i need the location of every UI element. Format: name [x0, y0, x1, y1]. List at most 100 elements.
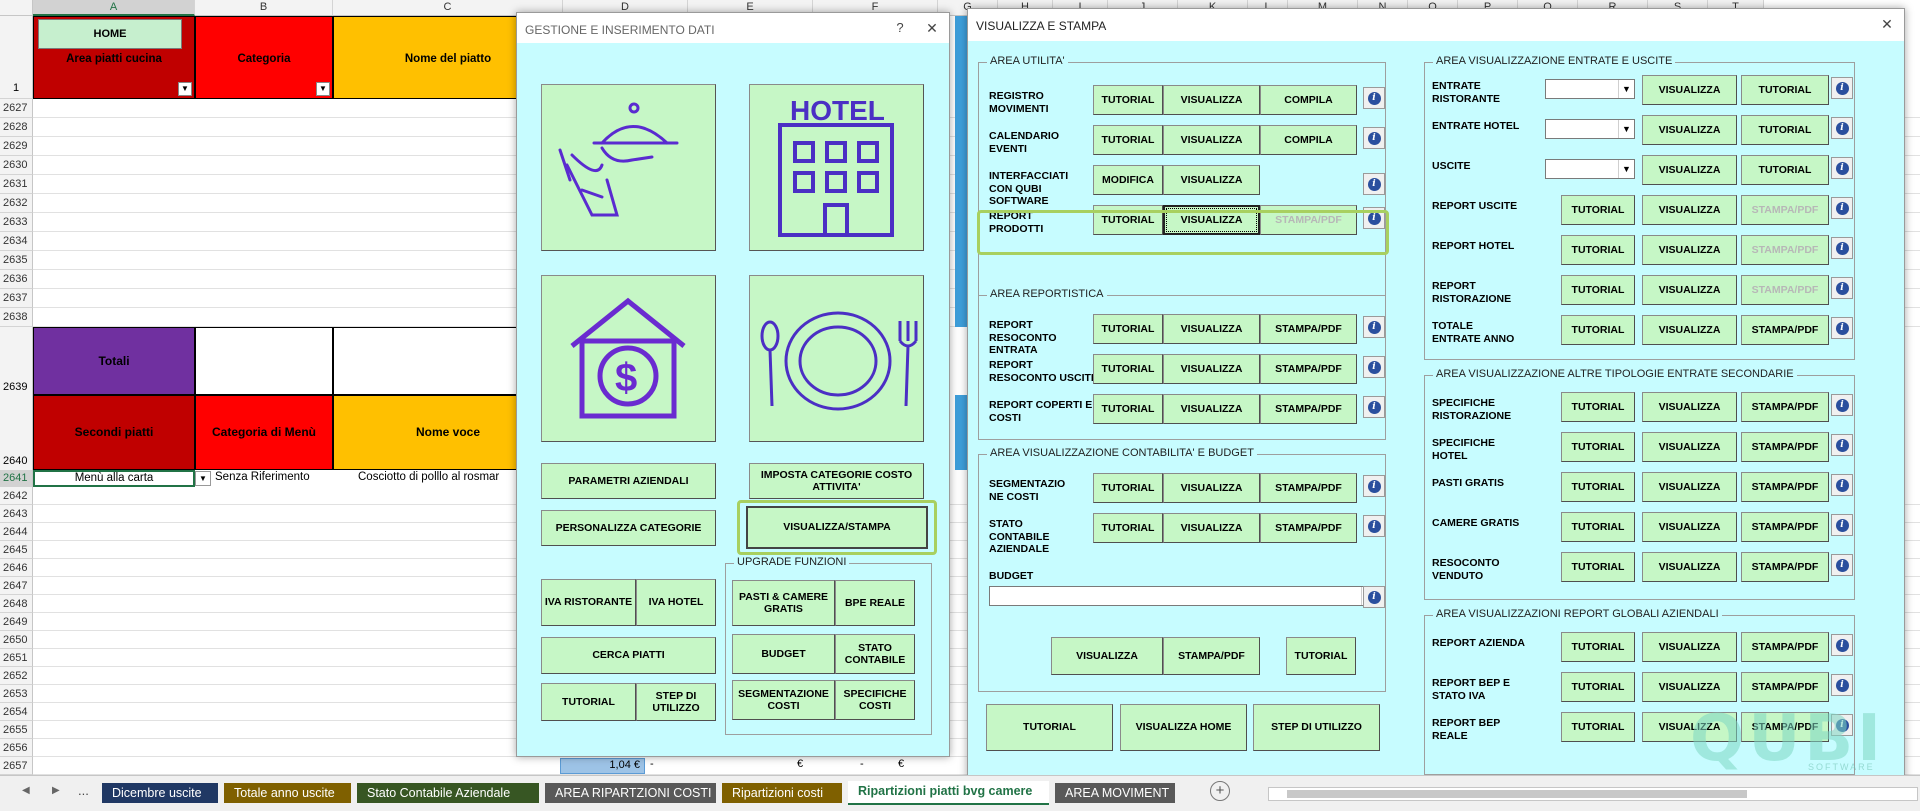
- tutorial-button[interactable]: TUTORIAL: [1561, 552, 1635, 582]
- close-button[interactable]: ✕: [919, 18, 945, 38]
- iva-hotel-button[interactable]: IVA HOTEL: [636, 579, 716, 626]
- compila-button[interactable]: COMPILA: [1260, 85, 1357, 115]
- tutorial-button[interactable]: TUTORIAL: [1561, 275, 1635, 305]
- info-button[interactable]: i: [1363, 127, 1385, 149]
- tutorial-button[interactable]: TUTORIAL: [1561, 235, 1635, 265]
- stampa-pdf-button[interactable]: STAMPA/PDF: [1260, 394, 1357, 424]
- tutorial-button[interactable]: TUTORIAL: [1741, 115, 1829, 145]
- segmentazione-costi-button[interactable]: SEGMENTAZIONE COSTI: [732, 680, 835, 720]
- dialog-titlebar[interactable]: VISUALIZZA E STAMPA ✕: [968, 9, 1904, 41]
- row-header[interactable]: 2648: [0, 595, 33, 613]
- info-button[interactable]: i: [1831, 277, 1853, 299]
- sheet-tab[interactable]: AREA RIPARTZIONI COSTI: [545, 783, 716, 803]
- stampa-pdf-button[interactable]: STAMPA/PDF: [1741, 472, 1829, 502]
- info-button[interactable]: i: [1363, 87, 1385, 109]
- row-header[interactable]: 2655: [0, 721, 33, 739]
- info-button[interactable]: i: [1831, 237, 1853, 259]
- row-header[interactable]: 2649: [0, 613, 33, 631]
- tutorial-button[interactable]: TUTORIAL: [1093, 394, 1163, 424]
- tutorial-button[interactable]: TUTORIAL: [1741, 155, 1829, 185]
- scrollbar-thumb[interactable]: [1287, 790, 1747, 798]
- help-button[interactable]: ?: [887, 18, 913, 38]
- visualizza-button[interactable]: VISUALIZZA: [1163, 165, 1260, 195]
- row-header[interactable]: 2627: [0, 99, 33, 118]
- visualizza-button[interactable]: VISUALIZZA: [1163, 473, 1260, 503]
- row-header[interactable]: 2636: [0, 270, 33, 289]
- tutorial-button[interactable]: TUTORIAL: [1561, 195, 1635, 225]
- visualizza-button[interactable]: VISUALIZZA: [1642, 432, 1737, 462]
- cell-categoria[interactable]: Senza Riferimento: [215, 471, 310, 483]
- totali-cell-b[interactable]: [195, 327, 333, 395]
- row-header[interactable]: 2628: [0, 118, 33, 137]
- filter-dropdown-icon[interactable]: ▼: [178, 82, 192, 96]
- close-button[interactable]: ✕: [1874, 14, 1900, 34]
- parametri-aziendali-button[interactable]: PARAMETRI AZIENDALI: [541, 463, 716, 499]
- visualizza-button[interactable]: VISUALIZZA: [1642, 632, 1737, 662]
- visualizza-button[interactable]: VISUALIZZA: [1051, 637, 1163, 675]
- visualizza-button[interactable]: VISUALIZZA: [1642, 472, 1737, 502]
- info-button[interactable]: i: [1831, 394, 1853, 416]
- visualizza-button[interactable]: VISUALIZZA: [1642, 392, 1737, 422]
- stampa-pdf-button[interactable]: STAMPA/PDF: [1741, 432, 1829, 462]
- visualizza-button[interactable]: VISUALIZZA: [1163, 394, 1260, 424]
- info-button[interactable]: i: [1831, 317, 1853, 339]
- tab-more-button[interactable]: ...: [78, 783, 89, 798]
- stampa-pdf-button[interactable]: STAMPA/PDF: [1260, 473, 1357, 503]
- cerca-piatti-button[interactable]: CERCA PIATTI: [541, 637, 716, 674]
- plate-tile[interactable]: [749, 275, 924, 442]
- visualizza-button[interactable]: VISUALIZZA: [1642, 195, 1737, 225]
- row-header[interactable]: 2651: [0, 649, 33, 667]
- stampa-pdf-button[interactable]: STAMPA/PDF: [1741, 512, 1829, 542]
- tutorial-button[interactable]: TUTORIAL: [1093, 314, 1163, 344]
- tab-prev-icon[interactable]: ◀: [22, 785, 30, 796]
- budget-button[interactable]: BUDGET: [732, 634, 835, 674]
- column-header[interactable]: B: [195, 0, 333, 16]
- money-tile[interactable]: $: [541, 275, 716, 442]
- imposta-categorie-button[interactable]: IMPOSTA CATEGORIE COSTO ATTIVITA': [749, 463, 924, 499]
- row-header[interactable]: 2657: [0, 757, 33, 775]
- row-header[interactable]: 2646: [0, 559, 33, 577]
- tutorial-button[interactable]: TUTORIAL: [1286, 637, 1356, 675]
- row-header[interactable]: 2639: [0, 327, 33, 395]
- row-header[interactable]: 2632: [0, 194, 33, 213]
- sheet-tab[interactable]: Ripartizioni piatti bvg camere: [848, 781, 1049, 805]
- visualizza-button[interactable]: VISUALIZZA: [1642, 552, 1737, 582]
- sheet-tab[interactable]: Stato Contabile Aziendale: [357, 783, 539, 803]
- row-header[interactable]: 2629: [0, 137, 33, 156]
- info-button[interactable]: i: [1831, 514, 1853, 536]
- dialog-visualizza-stampa[interactable]: VISUALIZZA E STAMPA ✕ AREA UTILITA' REGIS…: [967, 8, 1905, 780]
- cell-dropdown-icon[interactable]: ▼: [195, 471, 211, 486]
- info-button[interactable]: i: [1831, 634, 1853, 656]
- visualizza-button[interactable]: VISUALIZZA: [1163, 125, 1260, 155]
- stampa-pdf-button[interactable]: STAMPA/PDF: [1741, 195, 1829, 225]
- stampa-pdf-button[interactable]: STAMPA/PDF: [1163, 637, 1260, 675]
- info-button[interactable]: i: [1363, 586, 1385, 608]
- visualizza-button[interactable]: VISUALIZZA: [1163, 354, 1260, 384]
- visualizza-button[interactable]: VISUALIZZA: [1642, 155, 1737, 185]
- visualizza-button[interactable]: VISUALIZZA: [1163, 513, 1260, 543]
- stampa-pdf-button[interactable]: STAMPA/PDF: [1741, 632, 1829, 662]
- row-header[interactable]: 2637: [0, 289, 33, 308]
- row-header[interactable]: 2656: [0, 739, 33, 757]
- tutorial-button[interactable]: TUTORIAL: [1093, 125, 1163, 155]
- hotel-tile[interactable]: HOTEL: [749, 84, 924, 251]
- tutorial-button[interactable]: TUTORIAL: [1561, 672, 1635, 702]
- row-header[interactable]: 1: [0, 16, 33, 99]
- tutorial-button[interactable]: TUTORIAL: [1561, 392, 1635, 422]
- step-di-utilizzo-button[interactable]: STEP DI UTILIZZO: [636, 683, 716, 721]
- visualizza-home-button[interactable]: VISUALIZZA HOME: [1120, 704, 1247, 751]
- pasti-camere-gratis-button[interactable]: PASTI & CAMERE GRATIS: [732, 580, 835, 626]
- dialog-gestione[interactable]: GESTIONE E INSERIMENTO DATI ? ✕ HOTEL $ …: [516, 12, 950, 757]
- sheet-tab[interactable]: Totale anno uscite: [224, 783, 351, 803]
- row-header[interactable]: 2653: [0, 685, 33, 703]
- row-header[interactable]: 2650: [0, 631, 33, 649]
- row-header[interactable]: 2652: [0, 667, 33, 685]
- restaurant-tile[interactable]: [541, 84, 716, 251]
- row-header[interactable]: 2630: [0, 156, 33, 175]
- visualizza-stampa-button[interactable]: VISUALIZZA/STAMPA: [746, 506, 928, 549]
- info-button[interactable]: i: [1363, 173, 1385, 195]
- totali-cell[interactable]: Totali: [33, 327, 195, 395]
- tutorial-button[interactable]: TUTORIAL: [1093, 85, 1163, 115]
- row-header[interactable]: 2638: [0, 308, 33, 327]
- tutorial-button[interactable]: TUTORIAL: [1561, 632, 1635, 662]
